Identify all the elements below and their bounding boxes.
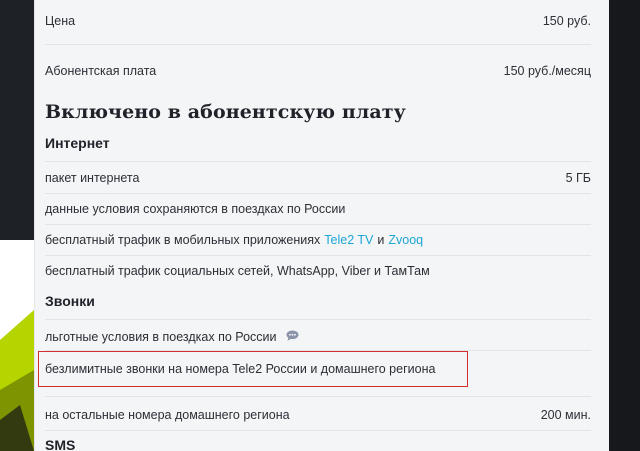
included-title: Включено в абонентскую плату	[45, 101, 406, 123]
background-right-dark	[608, 0, 640, 451]
calls-other-value: 200 мин.	[540, 408, 591, 422]
calls-roaming-text: льготные условия в поездках по России	[45, 330, 277, 344]
calls-roaming-row: льготные условия в поездках по России	[45, 328, 591, 346]
chat-bubble-icon[interactable]	[286, 330, 299, 344]
divider	[45, 430, 591, 431]
internet-section-title: Интернет	[45, 135, 110, 151]
internet-conditions-row: данные условия сохраняются в поездках по…	[45, 200, 591, 218]
zvooq-link[interactable]: Zvooq	[388, 233, 423, 247]
divider	[45, 44, 591, 45]
internet-social-row: бесплатный трафик социальных сетей, What…	[45, 262, 591, 280]
internet-apps-prefix: бесплатный трафик в мобильных приложения…	[45, 233, 321, 247]
divider	[45, 193, 591, 194]
fee-row: Абонентская плата 150 руб./месяц	[45, 62, 591, 80]
fee-label: Абонентская плата	[45, 64, 157, 78]
and-text: и	[377, 233, 385, 247]
internet-apps-row: бесплатный трафик в мобильных приложения…	[45, 231, 591, 249]
tele2-tv-link[interactable]: Tele2 TV	[324, 233, 373, 247]
divider	[45, 255, 591, 256]
divider	[45, 319, 591, 320]
internet-social-text: бесплатный трафик социальных сетей, What…	[45, 264, 430, 278]
highlight-box	[38, 351, 468, 387]
fee-value: 150 руб./месяц	[503, 64, 591, 78]
divider	[45, 396, 591, 397]
internet-package-value: 5 ГБ	[565, 171, 591, 185]
calls-section-title: Звонки	[45, 293, 95, 309]
divider	[45, 224, 591, 225]
internet-package-row: пакет интернета 5 ГБ	[45, 169, 591, 187]
background-green-shape	[0, 300, 34, 451]
sms-section-title: SMS	[45, 437, 76, 451]
price-label: Цена	[45, 14, 76, 28]
price-row: Цена 150 руб.	[45, 12, 591, 30]
internet-conditions-text: данные условия сохраняются в поездках по…	[45, 202, 346, 216]
price-value: 150 руб.	[542, 14, 591, 28]
divider	[45, 161, 591, 162]
calls-other-row: на остальные номера домашнего региона 20…	[45, 406, 591, 424]
internet-package-label: пакет интернета	[45, 171, 140, 185]
calls-other-label: на остальные номера домашнего региона	[45, 408, 290, 422]
